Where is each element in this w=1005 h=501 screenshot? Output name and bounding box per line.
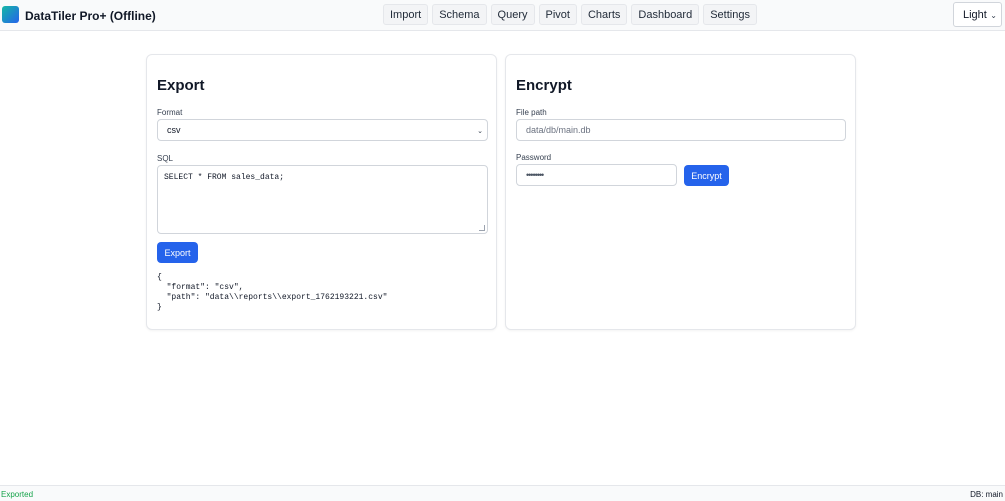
theme-select[interactable]: Light ⌄ [953,2,1002,27]
nav-dashboard-button[interactable]: Dashboard [631,4,700,25]
file-path-placeholder: data/db/main.db [526,125,591,135]
top-bar: DataTiler Pro+ (Offline) Import Schema Q… [0,0,1005,31]
export-title: Export [157,77,205,94]
chevron-down-icon: ⌄ [990,11,997,20]
export-output: { "format": "csv", "path": "data\\report… [157,273,487,313]
file-path-input[interactable]: data/db/main.db [516,119,846,141]
nav-settings-button[interactable]: Settings [703,4,757,25]
nav-charts-button[interactable]: Charts [580,4,628,25]
db-indicator: DB: main [970,490,1003,499]
app-logo-icon [2,6,19,23]
encrypt-card: Encrypt File path data/db/main.db Passwo… [505,54,856,330]
format-label: Format [157,108,183,117]
status-bar: Exported DB: main [0,485,1005,501]
export-output-line: "format": "csv", [157,283,244,292]
status-message: Exported [1,490,34,499]
nav-schema-button[interactable]: Schema [432,4,487,25]
export-output-line: "path": "data\\reports\\export_176219322… [157,293,388,302]
nav-import-button[interactable]: Import [383,4,429,25]
app-title: DataTiler Pro+ (Offline) [25,9,156,23]
file-path-label: File path [516,108,547,117]
format-select[interactable]: csv ⌄ [157,119,488,141]
password-value: •••••••• [526,170,544,180]
sql-label: SQL [157,154,174,163]
format-select-value: csv [167,125,181,135]
main-nav: Import Schema Query Pivot Charts Dashboa… [383,4,757,26]
resize-handle-icon[interactable] [479,225,485,231]
nav-pivot-button[interactable]: Pivot [538,4,577,25]
encrypt-button[interactable]: Encrypt [684,165,729,186]
export-output-line: { [157,273,162,282]
nav-query-button[interactable]: Query [490,4,535,25]
export-output-line: } [157,303,162,312]
theme-select-value: Light [963,8,987,21]
sql-textarea[interactable]: SELECT * FROM sales_data; [157,165,488,234]
password-input[interactable]: •••••••• [516,164,677,186]
password-label: Password [516,153,552,162]
chevron-down-icon: ⌄ [477,128,483,135]
sql-text: SELECT * FROM sales_data; [164,173,285,182]
export-card: Export Format csv ⌄ SQL SELECT * FROM sa… [146,54,497,330]
encrypt-title: Encrypt [516,77,572,94]
export-button[interactable]: Export [157,242,198,263]
